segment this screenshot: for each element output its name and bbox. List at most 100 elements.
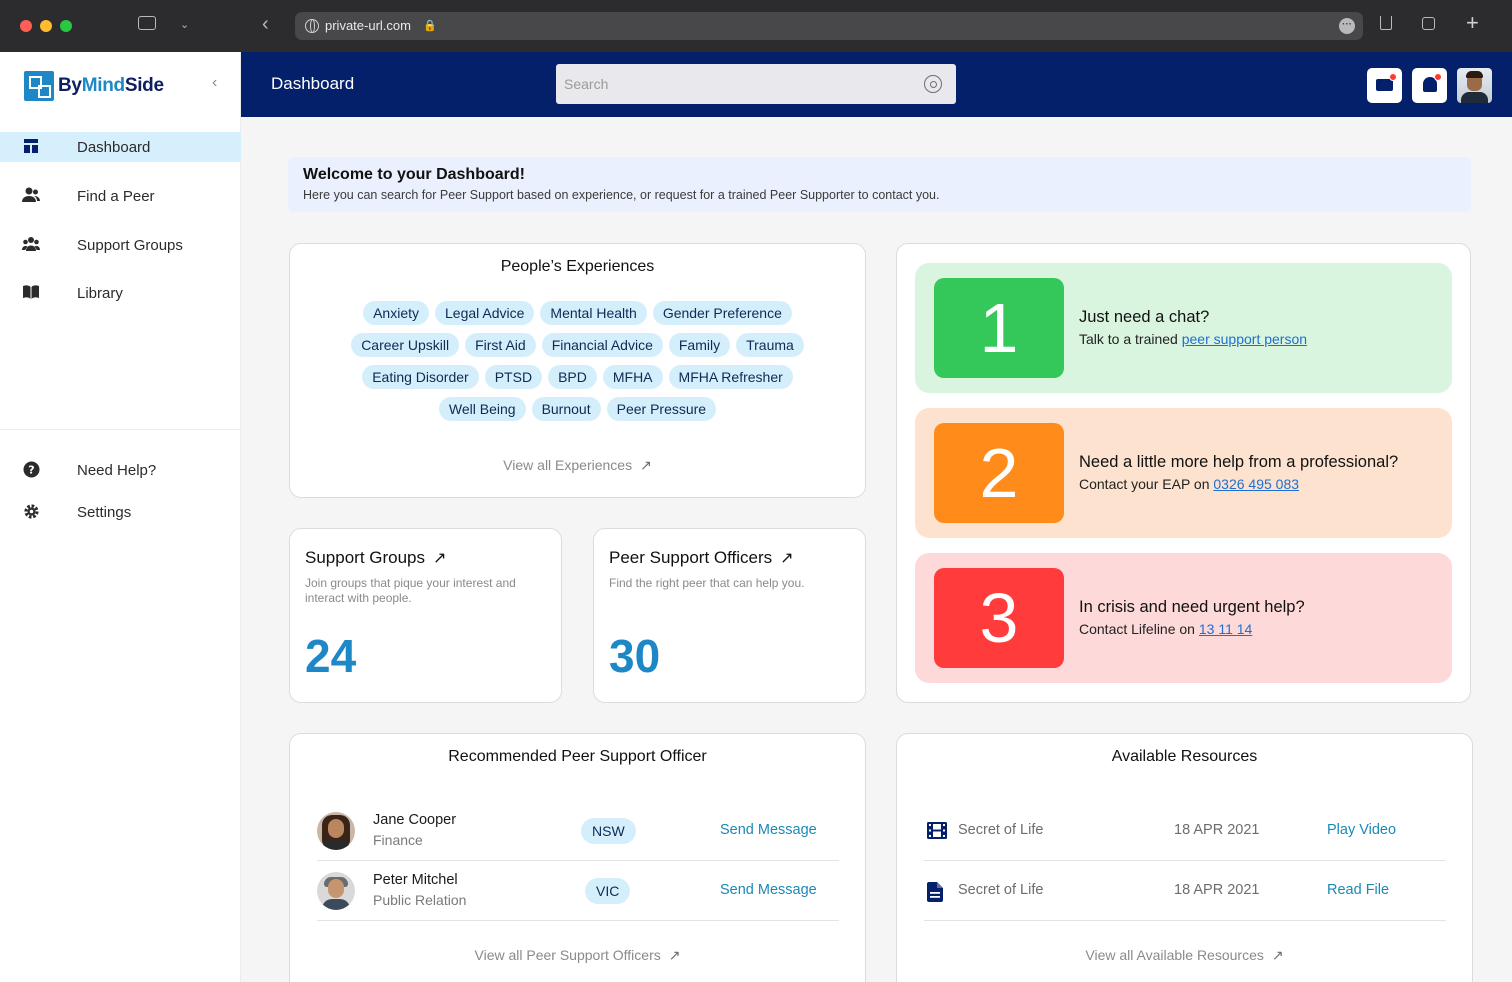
help-options-card: 1 Just need a chat? Talk to a trained pe… [896,243,1471,703]
share-icon[interactable] [1380,16,1392,30]
experience-tag[interactable]: Peer Pressure [606,397,717,421]
help-option-number: 2 [934,423,1064,523]
welcome-subtitle: Here you can search for Peer Support bas… [303,188,940,202]
experience-tag[interactable]: Mental Health [540,301,647,325]
eap-phone-link[interactable]: 0326 495 083 [1213,476,1299,492]
logo[interactable]: ByMindSide [24,71,164,101]
experience-tag[interactable]: Anxiety [363,301,430,325]
experience-tag[interactable]: First Aid [465,333,536,357]
view-all-resources-link[interactable]: View all Available Resources ↗ [897,947,1472,964]
welcome-banner: Welcome to your Dashboard! Here you can … [288,157,1471,212]
experience-tag[interactable]: Well Being [438,397,526,421]
support-groups-title[interactable]: Support Groups ↗ [305,548,446,568]
experience-tag[interactable]: Legal Advice [435,301,535,325]
support-groups-card[interactable]: Support Groups ↗ Join groups that pique y… [289,528,562,703]
sidebar-item-dashboard[interactable]: Dashboard [0,132,241,162]
experience-tag[interactable]: Career Upskill [351,333,460,357]
experience-tag[interactable]: PTSD [484,365,543,389]
avatar [317,812,355,850]
lifeline-phone-link[interactable]: 13 11 14 [1199,621,1252,637]
sidebar-item-label: Library [77,284,123,302]
more-icon[interactable]: ··· [1339,18,1355,34]
resource-name: Secret of Life [958,822,1044,838]
recommended-title: Recommended Peer Support Officer [448,748,707,765]
read-file-button[interactable]: Read File [1327,882,1389,898]
new-tab-icon[interactable]: + [1466,12,1479,34]
peer-officers-card[interactable]: Peer Support Officers ↗ Find the right pe… [593,528,866,703]
group-icon [22,236,40,254]
resources-card: Available Resources Secret of Life 18 AP… [896,733,1473,982]
notifications-button[interactable] [1412,68,1447,103]
sidebar-item-find-a-peer[interactable]: Find a Peer [0,181,241,211]
experience-tags: Anxiety Legal Advice Mental Health Gender P… [320,301,835,421]
address-bar[interactable]: private-url.com 🔒 ··· [295,12,1363,40]
tabs-icon[interactable] [1422,17,1435,30]
sidebar: ByMindSide ‹ Dashboard Find a Peer Suppo… [0,52,241,982]
lock-icon: 🔒 [423,20,437,32]
welcome-title: Welcome to your Dashboard! [303,166,525,183]
send-message-button[interactable]: Send Message [720,822,817,838]
view-all-experiences-link[interactable]: View all Experiences ↗ [290,457,865,474]
resource-row: Secret of Life 18 APR 2021 Play Video [924,801,1446,861]
experiences-title: People’s Experiences [500,258,655,275]
help-option-number: 3 [934,568,1064,668]
main-content: Welcome to your Dashboard! Here you can … [241,117,1512,982]
page-title: Dashboard [271,74,355,93]
arrow-up-right-icon: ↗ [780,550,794,567]
resources-title: Available Resources [1111,748,1258,765]
book-icon [22,284,40,302]
view-all-officers-link[interactable]: View all Peer Support Officers ↗ [290,947,865,964]
experience-tag[interactable]: Financial Advice [541,333,663,357]
collapse-sidebar-icon[interactable]: ‹ [212,74,217,92]
play-video-button[interactable]: Play Video [1327,822,1396,838]
video-icon [927,822,947,840]
chevron-down-icon[interactable]: ⌄ [180,15,189,35]
back-icon[interactable]: ‹ [262,14,269,34]
experience-tag[interactable]: Burnout [531,397,601,421]
officer-name: Jane Cooper [373,812,457,828]
arrow-up-right-icon: ↗ [640,457,652,473]
messages-button[interactable] [1367,68,1402,103]
resource-row: Secret of Life 18 APR 2021 Read File [924,861,1446,921]
sidebar-item-label: Find a Peer [77,187,155,205]
sidebar-toggle-icon[interactable] [138,16,156,30]
experience-tag[interactable]: Eating Disorder [362,365,479,389]
resource-date: 18 APR 2021 [1174,822,1260,838]
help-option-text: Contact Lifeline on 13 11 14 [1079,621,1253,637]
sidebar-item-support-groups[interactable]: Support Groups [0,230,241,260]
sidebar-item-need-help[interactable]: ? Need Help? [0,455,241,485]
experience-tag[interactable]: Family [668,333,731,357]
search-icon[interactable] [924,75,942,93]
officer-row: Jane Cooper Finance NSW Send Message [317,801,839,861]
resource-date: 18 APR 2021 [1174,882,1260,898]
sidebar-item-settings[interactable]: Settings [0,497,241,527]
experience-tag[interactable]: Gender Preference [652,301,792,325]
support-groups-count: 24 [305,630,357,682]
maximize-window-button[interactable] [60,20,72,32]
top-header: Dashboard [241,52,1512,117]
people-icon [22,187,40,205]
help-option-chat[interactable]: 1 Just need a chat? Talk to a trained pe… [915,263,1452,393]
peer-officers-title[interactable]: Peer Support Officers ↗ [609,548,794,568]
recommended-officer-card: Recommended Peer Support Officer Jane Co… [289,733,866,982]
help-option-crisis[interactable]: 3 In crisis and need urgent help? Contac… [915,553,1452,683]
experience-tag[interactable]: Trauma [736,333,804,357]
sidebar-item-library[interactable]: Library [0,278,241,308]
help-option-title: Just need a chat? [1079,308,1210,326]
send-message-button[interactable]: Send Message [720,882,817,898]
peer-support-link[interactable]: peer support person [1182,331,1307,347]
officer-role: Public Relation [373,892,467,908]
svg-text:?: ? [28,464,34,477]
experience-tag[interactable]: MFHA Refresher [668,365,793,389]
experience-tag[interactable]: MFHA [602,365,663,389]
minimize-window-button[interactable] [40,20,52,32]
help-option-title: In crisis and need urgent help? [1079,598,1305,616]
officer-name: Peter Mitchel [373,872,458,888]
arrow-up-right-icon: ↗ [668,947,681,963]
help-option-number: 1 [934,278,1064,378]
search-input[interactable] [556,64,956,104]
close-window-button[interactable] [20,20,32,32]
experience-tag[interactable]: BPD [548,365,597,389]
help-option-professional[interactable]: 2 Need a little more help from a profess… [915,408,1452,538]
user-avatar[interactable] [1457,68,1492,103]
